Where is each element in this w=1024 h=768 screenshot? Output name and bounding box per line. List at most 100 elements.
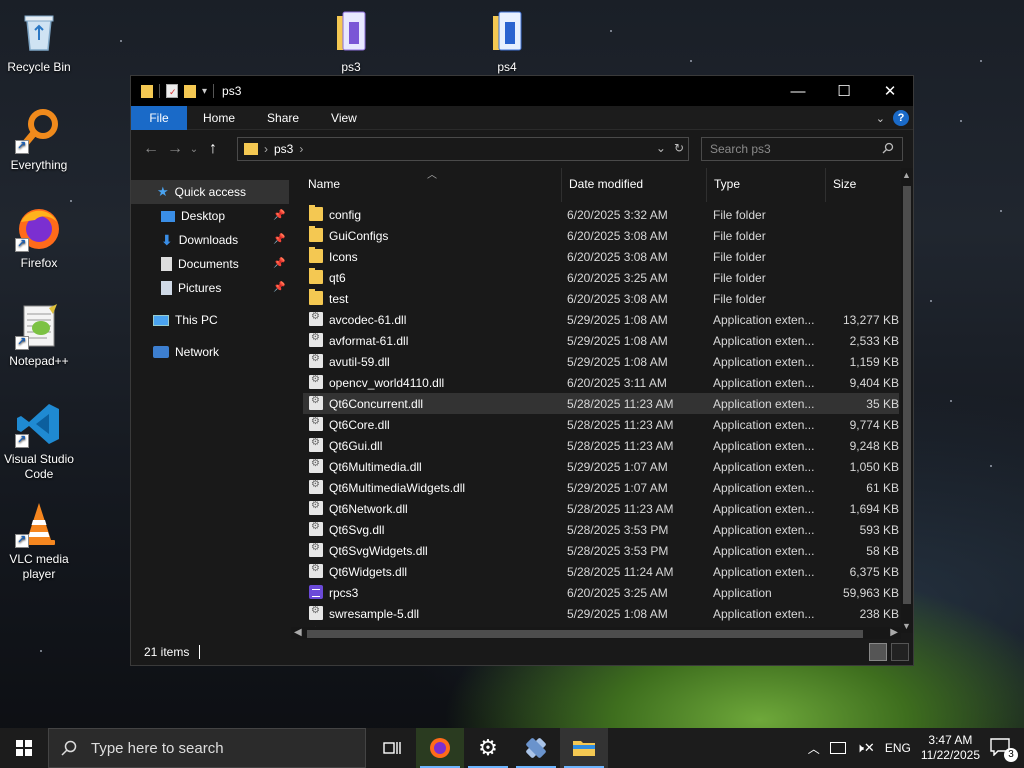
forward-arrow-icon[interactable]: →: [163, 140, 187, 158]
back-arrow-icon[interactable]: ←: [139, 140, 163, 158]
pin-icon[interactable]: 📌: [273, 210, 285, 221]
sidebar-item-documents[interactable]: Documents: [161, 252, 239, 276]
taskbar-file-explorer[interactable]: [560, 728, 608, 768]
file-type: Application exten...: [713, 481, 815, 495]
sidebar-item-downloads[interactable]: ⬇ Downloads: [161, 228, 238, 252]
desktop-icon-vscode[interactable]: Visual Studio Code: [1, 400, 77, 482]
file-row[interactable]: opencv_world4110.dll 6/20/2025 3:11 AM App…: [303, 372, 899, 393]
tab-view[interactable]: View: [315, 106, 373, 130]
desktop-icon-vlc[interactable]: VLC media player: [1, 500, 77, 582]
sidebar-item-network[interactable]: Network: [153, 340, 219, 364]
column-header-type[interactable]: Type: [714, 177, 740, 191]
sidebar-item-quick-access[interactable]: ★ Quick access: [131, 180, 289, 204]
customize-qat-icon[interactable]: ▾: [202, 86, 207, 97]
refresh-icon[interactable]: ↻: [674, 141, 684, 155]
minimize-button[interactable]: —: [775, 76, 821, 106]
file-row[interactable]: Qt6Widgets.dll 5/28/2025 11:24 AM Applicat…: [303, 561, 899, 582]
large-icons-view-button[interactable]: [891, 643, 909, 661]
close-button[interactable]: ✕: [867, 76, 913, 106]
pin-icon[interactable]: 📌: [273, 282, 285, 293]
properties-icon[interactable]: ✓: [166, 84, 178, 98]
file-row[interactable]: GuiConfigs 6/20/2025 3:08 AM File folder: [303, 225, 899, 246]
details-view-button[interactable]: [869, 643, 887, 661]
desktop-icon-everything[interactable]: Everything: [1, 106, 77, 173]
file-row[interactable]: Qt6Concurrent.dll 5/28/2025 11:23 AM Appli…: [303, 393, 899, 414]
breadcrumb-chevron-icon[interactable]: ›: [264, 142, 268, 156]
new-folder-icon[interactable]: [184, 84, 196, 98]
scroll-down-arrow-icon[interactable]: ▼: [902, 621, 911, 631]
sidebar-item-desktop[interactable]: Desktop: [161, 204, 225, 228]
column-header-size[interactable]: Size: [833, 177, 856, 191]
file-row[interactable]: Qt6MultimediaWidgets.dll 5/29/2025 1:07 A…: [303, 477, 899, 498]
taskbar-search-box[interactable]: Type here to search: [48, 728, 366, 768]
vertical-scrollbar[interactable]: ▲ ▼: [901, 168, 913, 633]
column-header-date[interactable]: Date modified: [569, 177, 643, 191]
desktop-icon-ps4-folder[interactable]: ps4: [469, 8, 545, 75]
file-row[interactable]: avcodec-61.dll 5/29/2025 1:08 AM Applicati…: [303, 309, 899, 330]
file-row[interactable]: qt6 6/20/2025 3:25 AM File folder: [303, 267, 899, 288]
network-status-icon[interactable]: [829, 742, 846, 754]
file-row[interactable]: avutil-59.dll 5/29/2025 1:08 AM Applicatio…: [303, 351, 899, 372]
sidebar-item-pictures[interactable]: Pictures: [161, 276, 221, 300]
scroll-right-arrow-icon[interactable]: ▶: [890, 627, 898, 638]
file-row[interactable]: Qt6Multimedia.dll 5/29/2025 1:07 AM Applic…: [303, 456, 899, 477]
file-row[interactable]: Qt6Svg.dll 5/28/2025 3:53 PM Application e…: [303, 519, 899, 540]
file-row[interactable]: test 6/20/2025 3:08 AM File folder: [303, 288, 899, 309]
tab-home[interactable]: Home: [187, 106, 251, 130]
search-input[interactable]: Search ps3: [701, 137, 903, 161]
file-row[interactable]: rpcs3 6/20/2025 3:25 AM Application 59,963 …: [303, 582, 899, 603]
desktop-icon-firefox[interactable]: Firefox: [1, 204, 77, 271]
vscode-icon: [15, 400, 63, 448]
column-divider[interactable]: [825, 168, 826, 202]
tab-share[interactable]: Share: [251, 106, 315, 130]
address-bar[interactable]: › ps3 › ⌄ ↻: [237, 137, 689, 161]
column-divider[interactable]: [706, 168, 707, 202]
start-button[interactable]: [0, 728, 48, 768]
language-indicator[interactable]: ENG: [885, 741, 911, 755]
column-header-name[interactable]: Name: [308, 177, 340, 191]
up-arrow-icon[interactable]: ↑: [201, 140, 225, 158]
taskbar-rpcs3[interactable]: [512, 728, 560, 768]
taskbar-firefox[interactable]: [416, 728, 464, 768]
file-date-modified: 5/29/2025 1:08 AM: [567, 607, 668, 621]
scrollbar-thumb[interactable]: [307, 630, 863, 638]
dll-file-icon: [309, 332, 323, 347]
title-bar[interactable]: ✓ ▾ ps3 — ☐ ✕: [131, 76, 913, 106]
recent-locations-chevron-icon[interactable]: ⌄: [187, 144, 201, 155]
expand-ribbon-icon[interactable]: ⌄: [876, 112, 885, 125]
desktop-icon-recycle-bin[interactable]: Recycle Bin: [1, 8, 77, 75]
tab-file[interactable]: File: [131, 105, 187, 130]
pin-icon[interactable]: 📌: [273, 258, 285, 269]
desktop-icon-notepadpp[interactable]: Notepad++: [1, 302, 77, 369]
file-row[interactable]: Qt6Network.dll 5/28/2025 11:23 AM Applicat…: [303, 498, 899, 519]
scroll-left-arrow-icon[interactable]: ◀: [294, 627, 302, 638]
address-dropdown-icon[interactable]: ⌄: [656, 141, 666, 155]
action-center-button[interactable]: 3: [990, 738, 1018, 762]
file-row[interactable]: Qt6SvgWidgets.dll 5/28/2025 3:53 PM Applic…: [303, 540, 899, 561]
file-date-modified: 5/28/2025 11:23 AM: [567, 439, 674, 453]
help-button[interactable]: ?: [893, 110, 909, 126]
clock[interactable]: 3:47 AM 11/22/2025: [921, 733, 980, 763]
dll-file-icon: [309, 605, 323, 620]
file-name: Qt6MultimediaWidgets.dll: [329, 481, 466, 495]
window-title: ps3: [222, 84, 242, 98]
taskbar-settings[interactable]: ⚙: [464, 728, 512, 768]
desktop-icon-ps3-folder[interactable]: ps3: [313, 8, 389, 75]
file-row[interactable]: config 6/20/2025 3:32 AM File folder: [303, 204, 899, 225]
volume-muted-icon[interactable]: 🕨✕: [856, 740, 875, 756]
file-row[interactable]: Qt6Gui.dll 5/28/2025 11:23 AM Application …: [303, 435, 899, 456]
file-row[interactable]: swresample-5.dll 5/29/2025 1:08 AM Applica…: [303, 603, 899, 624]
file-row[interactable]: avformat-61.dll 5/29/2025 1:08 AM Applicat…: [303, 330, 899, 351]
file-row[interactable]: Qt6Core.dll 5/28/2025 11:23 AM Application…: [303, 414, 899, 435]
sidebar-item-this-pc[interactable]: This PC: [153, 308, 218, 332]
breadcrumb-ps3[interactable]: ps3: [274, 142, 293, 156]
pin-icon[interactable]: 📌: [273, 234, 285, 245]
task-view-button[interactable]: [368, 728, 416, 768]
show-hidden-icons-chevron-icon[interactable]: ︿: [808, 740, 820, 757]
maximize-button[interactable]: ☐: [821, 76, 867, 106]
file-row[interactable]: Icons 6/20/2025 3:08 AM File folder: [303, 246, 899, 267]
breadcrumb-chevron-icon[interactable]: ›: [299, 142, 303, 156]
scrollbar-thumb[interactable]: [903, 186, 911, 604]
scroll-up-arrow-icon[interactable]: ▲: [902, 170, 911, 180]
column-divider[interactable]: [561, 168, 562, 202]
